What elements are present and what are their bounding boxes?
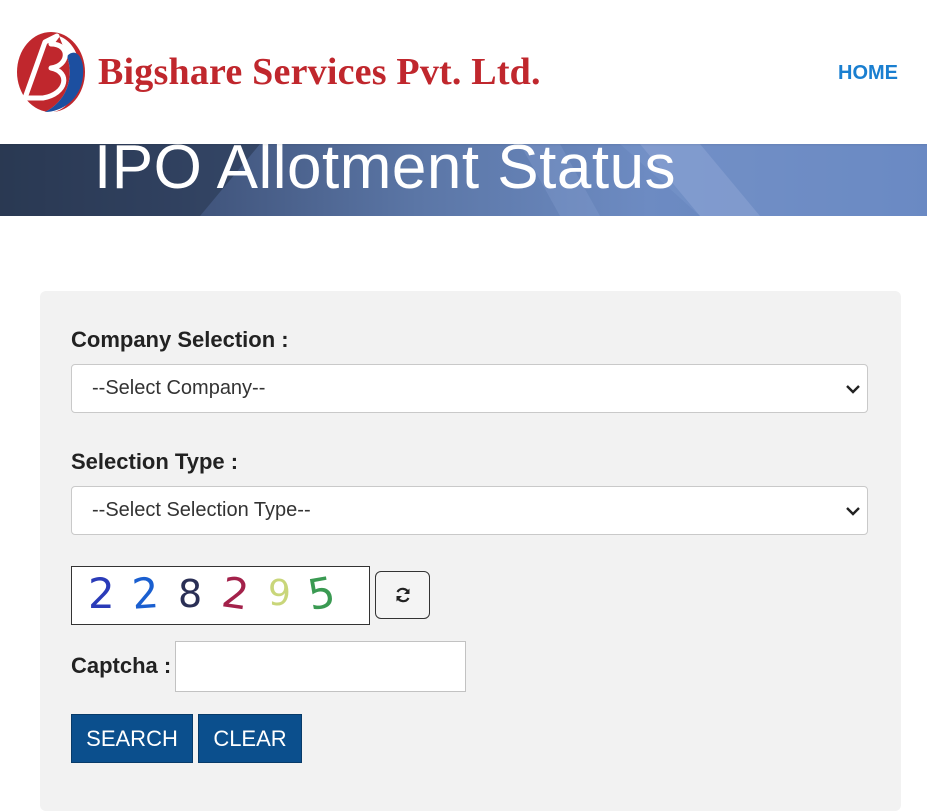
page-banner: IPO Allotment Status (0, 144, 927, 216)
company-name: Bigshare Services Pvt. Ltd. (98, 51, 541, 93)
page-title: IPO Allotment Status (94, 144, 677, 202)
bigshare-logo-icon[interactable] (15, 22, 87, 116)
captcha-digit: 5 (303, 567, 339, 620)
ipo-search-form: Company Selection : --Select Company-- S… (40, 291, 901, 811)
chevron-down-icon (846, 507, 860, 516)
company-selection-label: Company Selection : (71, 327, 289, 352)
refresh-captcha-button[interactable] (375, 571, 430, 619)
captcha-input[interactable] (175, 641, 466, 692)
chevron-down-icon (846, 385, 860, 394)
site-header: Bigshare Services Pvt. Ltd. HOME (0, 0, 927, 144)
captcha-digit: 9 (268, 573, 291, 614)
nav-home-link[interactable]: HOME (838, 62, 898, 85)
captcha-digit: 8 (178, 572, 203, 616)
captcha-label: Captcha : (71, 653, 172, 678)
captcha-digit: 2 (88, 569, 115, 618)
captcha-digit: 2 (218, 567, 253, 620)
captcha-digit: 2 (130, 568, 161, 619)
captcha-image: 2 2 8 2 9 5 (71, 566, 370, 625)
selection-type-label: Selection Type : (71, 449, 239, 474)
company-select-value: --Select Company-- (92, 377, 266, 399)
company-select[interactable]: --Select Company-- (71, 364, 868, 413)
selection-type-select[interactable]: --Select Selection Type-- (71, 486, 868, 535)
clear-button[interactable]: CLEAR (198, 714, 302, 763)
refresh-icon (396, 587, 410, 603)
search-button[interactable]: SEARCH (71, 714, 193, 763)
selection-type-value: --Select Selection Type-- (92, 499, 311, 521)
